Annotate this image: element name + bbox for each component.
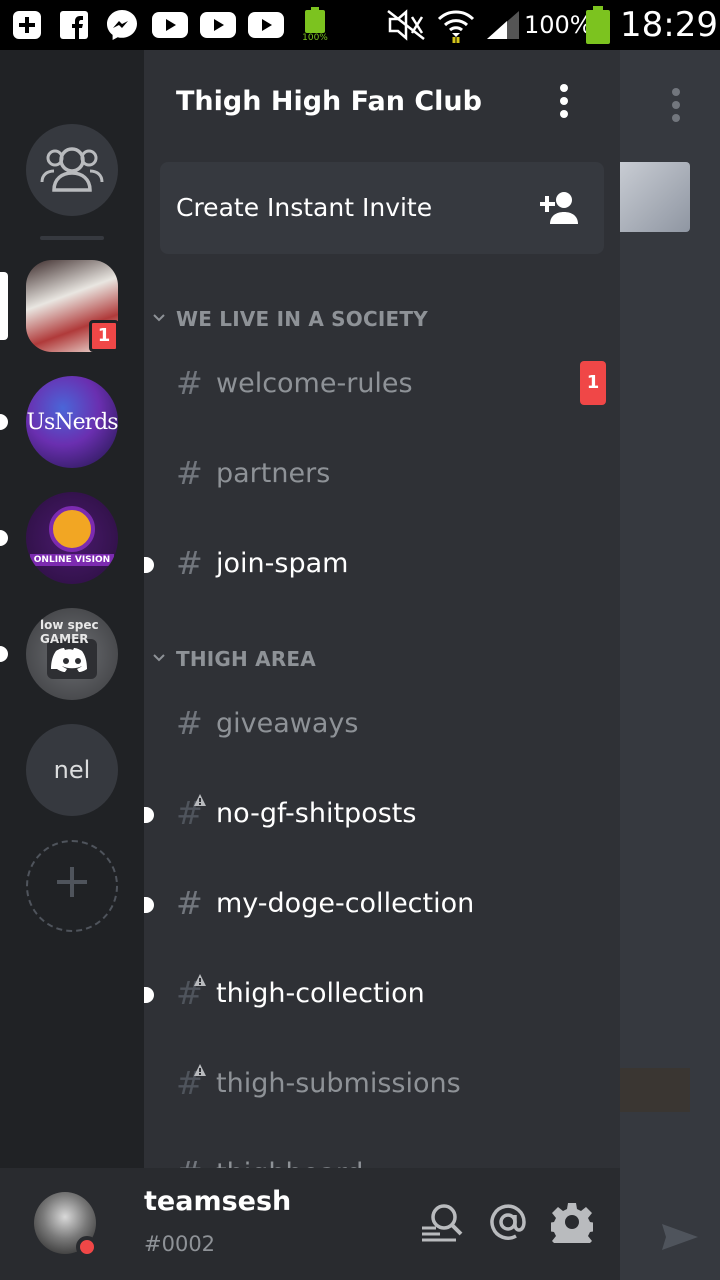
channel-unread-indicator (144, 897, 154, 913)
channel-thigh-collection[interactable]: # thigh-collection (176, 963, 606, 1023)
signal-icon (484, 8, 522, 42)
channel-unread-indicator (144, 557, 154, 573)
channel-join-spam[interactable]: # join-spam (176, 533, 606, 593)
messenger-icon (104, 8, 140, 42)
selected-server-indicator (0, 272, 8, 340)
hash-icon: # (176, 1154, 216, 1168)
settings-button[interactable] (548, 1201, 596, 1251)
plus-icon (55, 863, 89, 909)
channel-name: no-gf-shitposts (216, 797, 417, 829)
category-we-live-in-a-society[interactable]: WE LIVE IN A SOCIETY (152, 304, 428, 334)
channel-name: giveaways (216, 707, 359, 739)
server-nel-label: nel (53, 756, 91, 784)
server-low-spec-gamer-label: low spec GAMER (40, 618, 99, 646)
category-thigh-area[interactable]: THIGH AREA (152, 644, 316, 674)
channel-no-gf-shitposts[interactable]: # no-gf-shitposts (176, 783, 606, 843)
category-label: THIGH AREA (176, 647, 316, 671)
invite-label: Create Instant Invite (176, 193, 433, 222)
channel-name: thigh-collection (216, 977, 425, 1009)
server-title[interactable]: Thigh High Fan Club (176, 86, 482, 117)
channel-thighboard[interactable]: # thighboard (176, 1143, 606, 1168)
battery-percent: 100% (524, 11, 593, 39)
chat-message-strip (620, 1068, 690, 1112)
facebook-icon (58, 8, 90, 42)
add-box-icon (10, 8, 44, 42)
search-icon (420, 1202, 464, 1246)
server-unread-indicator (0, 530, 8, 546)
channel-thigh-submissions[interactable]: # thigh-submissions (176, 1053, 606, 1113)
chat-overflow-icon[interactable] (668, 88, 684, 124)
status-bar: 100% 100% 18:29 (0, 0, 720, 50)
channel-name: partners (216, 457, 331, 489)
direct-messages-button[interactable] (26, 124, 118, 216)
youtube-icon (152, 8, 188, 42)
rail-separator (40, 236, 104, 240)
server-unread-indicator (0, 646, 8, 662)
mute-icon (386, 8, 426, 42)
send-icon[interactable] (660, 1222, 700, 1252)
hash-icon: # (176, 544, 203, 582)
chevron-down-icon (152, 311, 170, 327)
chat-image-thumbnail[interactable] (620, 162, 690, 232)
server-unread-indicator (0, 414, 8, 430)
locked-hash-icon: # (176, 974, 216, 1012)
server-low-spec-gamer[interactable]: low spec GAMER (26, 608, 118, 700)
channel-unread-indicator (144, 987, 154, 1003)
locked-hash-icon: # (176, 1064, 216, 1102)
status-dot (76, 1236, 98, 1258)
channel-mention-badge: 1 (580, 361, 606, 405)
channel-panel: Thigh High Fan Club Create Instant Invit… (144, 50, 620, 1168)
battery-icon (584, 6, 612, 44)
server-mention-badge: 1 (89, 320, 119, 352)
hash-icon: # (176, 884, 203, 922)
channel-unread-indicator (144, 807, 154, 823)
server-online-vision-label: ONLINE VISION (29, 554, 115, 566)
create-instant-invite-button[interactable]: Create Instant Invite (160, 162, 604, 254)
server-usnerds-label: UsNerds (26, 409, 119, 435)
username[interactable]: teamsesh (144, 1186, 291, 1217)
hash-icon: # (176, 454, 203, 492)
battery-full-icon: 100% (300, 6, 330, 44)
channel-name: welcome-rules (216, 367, 413, 399)
youtube-icon (200, 8, 236, 42)
friends-icon (40, 140, 104, 200)
server-nel[interactable]: nel (26, 724, 118, 816)
hash-icon: # (176, 704, 203, 742)
user-discriminator: #0002 (144, 1232, 216, 1256)
clock: 18:29 (620, 5, 718, 45)
add-server-button[interactable] (26, 840, 118, 932)
locked-hash-icon: # (176, 794, 216, 832)
channel-partners[interactable]: # partners (176, 443, 606, 503)
category-label: WE LIVE IN A SOCIETY (176, 307, 428, 331)
channel-my-doge-collection[interactable]: # my-doge-collection (176, 873, 606, 933)
gear-icon (548, 1201, 596, 1251)
youtube-icon (248, 8, 284, 42)
chevron-down-icon (152, 651, 170, 667)
user-bar: teamsesh #0002 (0, 1168, 620, 1280)
server-usnerds[interactable]: UsNerds (26, 376, 118, 468)
channel-name: join-spam (216, 547, 349, 579)
channel-giveaways[interactable]: # giveaways (176, 693, 606, 753)
channel-name: my-doge-collection (216, 887, 475, 919)
server-rail: 1 UsNerds ONLINE VISION low spec GAMER n… (0, 50, 144, 1168)
channel-name: thigh-submissions (216, 1067, 461, 1099)
wifi-icon (436, 8, 476, 43)
channel-welcome-rules[interactable]: # welcome-rules 1 (176, 353, 606, 413)
hash-icon: # (176, 364, 203, 402)
lion-logo-icon (49, 506, 95, 552)
channel-name: thighboard (216, 1158, 363, 1169)
server-menu-icon[interactable] (554, 84, 574, 124)
battery-small-label: 100% (302, 33, 328, 43)
mentions-button[interactable] (486, 1202, 530, 1246)
at-icon (488, 1202, 528, 1246)
search-button[interactable] (420, 1202, 464, 1246)
add-person-icon (539, 190, 580, 226)
server-online-vision[interactable]: ONLINE VISION (26, 492, 118, 584)
